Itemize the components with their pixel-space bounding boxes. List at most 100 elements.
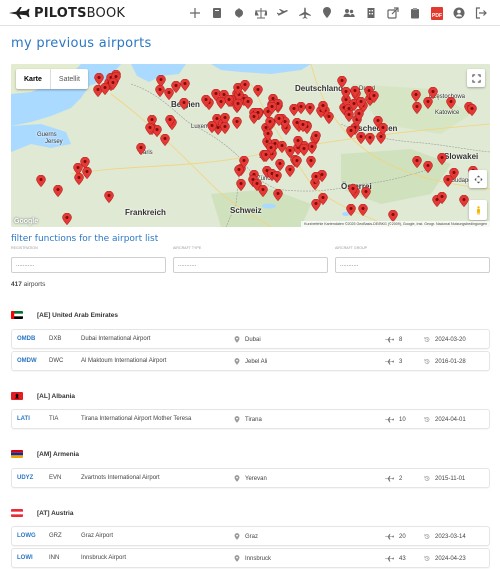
airport-marker-icon[interactable] xyxy=(179,98,189,110)
airport-row[interactable]: OMDB DXB Dubai International Airport Dub… xyxy=(11,329,490,349)
airport-marker-icon[interactable] xyxy=(341,87,351,99)
airport-marker-icon[interactable] xyxy=(53,185,63,197)
airport-marker-icon[interactable] xyxy=(299,144,309,156)
airport-marker-icon[interactable] xyxy=(249,112,259,124)
airport-marker-icon[interactable] xyxy=(354,109,364,121)
airport-marker-icon[interactable] xyxy=(165,115,175,127)
airport-marker-icon[interactable] xyxy=(346,126,356,138)
airport-marker-icon[interactable] xyxy=(305,103,315,115)
airport-row[interactable]: LOWG GRZ Graz Airport Graz 20 2023-03-14 xyxy=(11,526,490,546)
pilotsbook-logo[interactable]: PILOTSBOOK xyxy=(8,4,125,22)
airport-icao-link[interactable]: LOWI xyxy=(17,555,33,561)
aircraft-type-input[interactable] xyxy=(173,257,328,273)
airport-marker-icon[interactable] xyxy=(449,168,459,180)
airport-city: Tirana xyxy=(245,416,262,423)
fullscreen-button[interactable] xyxy=(467,69,485,87)
airport-marker-icon[interactable] xyxy=(104,191,114,203)
airport-marker-icon[interactable] xyxy=(145,123,155,135)
airport-marker-icon[interactable] xyxy=(361,187,371,199)
pegman-button[interactable] xyxy=(469,200,487,220)
airport-marker-icon[interactable] xyxy=(233,99,243,111)
registration-input[interactable] xyxy=(11,257,166,273)
airport-marker-icon[interactable] xyxy=(311,172,321,184)
airport-marker-icon[interactable] xyxy=(428,87,438,99)
building-icon[interactable] xyxy=(360,5,382,21)
airport-marker-icon[interactable] xyxy=(412,102,422,114)
aircraft-registry-icon[interactable] xyxy=(228,5,250,21)
airport-marker-icon[interactable] xyxy=(467,104,477,116)
airport-marker-icon[interactable] xyxy=(207,121,217,133)
airport-marker-icon[interactable] xyxy=(369,91,379,103)
airport-marker-icon[interactable] xyxy=(180,79,190,91)
airport-marker-icon[interactable] xyxy=(253,85,263,97)
airport-marker-icon[interactable] xyxy=(136,143,146,155)
airport-marker-icon[interactable] xyxy=(306,156,316,168)
map-type-satellit[interactable]: Satellit xyxy=(49,69,88,89)
airport-marker-icon[interactable] xyxy=(160,134,170,146)
user-icon[interactable] xyxy=(448,5,470,21)
airport-marker-icon[interactable] xyxy=(216,97,226,109)
airport-marker-icon[interactable] xyxy=(437,192,447,204)
airport-marker-icon[interactable] xyxy=(232,117,242,129)
airport-icao-link[interactable]: LOWG xyxy=(17,533,36,539)
airport-marker-icon[interactable] xyxy=(365,133,375,145)
airport-marker-icon[interactable] xyxy=(289,104,299,116)
balance-scale-icon[interactable] xyxy=(250,5,272,21)
fullscreen-icon xyxy=(471,73,481,83)
airport-marker-icon[interactable] xyxy=(358,204,368,216)
airport-marker-icon[interactable] xyxy=(318,193,328,205)
map-type-karte[interactable]: Karte xyxy=(16,69,50,89)
airport-marker-icon[interactable] xyxy=(318,101,328,113)
airport-marker-icon[interactable] xyxy=(108,78,118,90)
airport-marker-icon[interactable] xyxy=(346,204,356,216)
airport-marker-icon[interactable] xyxy=(378,123,388,135)
airport-marker-icon[interactable] xyxy=(348,184,358,196)
map-pin-icon[interactable] xyxy=(316,5,338,21)
airport-marker-icon[interactable] xyxy=(240,80,250,92)
users-icon[interactable] xyxy=(338,5,360,21)
airport-icao-link[interactable]: UDYZ xyxy=(17,475,33,481)
aircraft-group-input[interactable] xyxy=(335,257,490,273)
airport-marker-icon[interactable] xyxy=(263,129,273,141)
airport-marker-icon[interactable] xyxy=(171,81,181,93)
airport-marker-icon[interactable] xyxy=(36,175,46,187)
airport-marker-icon[interactable] xyxy=(273,189,283,201)
airport-marker-icon[interactable] xyxy=(261,150,271,162)
plus-icon[interactable] xyxy=(184,5,206,21)
airport-marker-icon[interactable] xyxy=(274,114,284,126)
airport-row[interactable]: OMDW DWC Al Maktoum International Airpor… xyxy=(11,351,490,371)
share-icon[interactable] xyxy=(382,5,404,21)
airport-row[interactable]: LATI TIA Tirana International Airport Mo… xyxy=(11,409,490,429)
airport-marker-icon[interactable] xyxy=(272,171,282,183)
airport-marker-icon[interactable] xyxy=(412,156,422,168)
map-camera-control[interactable] xyxy=(469,170,487,188)
clipboard-icon[interactable] xyxy=(404,5,426,21)
airport-marker-icon[interactable] xyxy=(411,90,421,102)
airport-icao-link[interactable]: OMDB xyxy=(17,336,35,342)
airport-marker-icon[interactable] xyxy=(82,167,92,179)
departure-plane-icon[interactable] xyxy=(272,5,294,21)
airport-marker-icon[interactable] xyxy=(423,161,433,173)
airport-marker-icon[interactable] xyxy=(236,179,246,191)
logout-icon[interactable] xyxy=(470,5,492,21)
airport-marker-icon[interactable] xyxy=(459,195,469,207)
airport-marker-icon[interactable] xyxy=(258,185,268,197)
airport-marker-icon[interactable] xyxy=(298,120,308,132)
airport-icao-link[interactable]: LATI xyxy=(17,416,30,422)
airport-marker-icon[interactable] xyxy=(311,131,321,143)
airport-marker-icon[interactable] xyxy=(220,122,230,134)
airport-icao-link[interactable]: OMDW xyxy=(17,358,37,364)
airport-row[interactable]: UDYZ EVN Zvartnots International Airport… xyxy=(11,468,490,488)
airport-marker-icon[interactable] xyxy=(437,153,447,165)
airports-map[interactable]: Karte Satellit Belgien Deutschland Tsche… xyxy=(11,64,490,227)
airport-marker-icon[interactable] xyxy=(239,156,249,168)
airport-marker-icon[interactable] xyxy=(446,97,456,109)
airport-marker-icon[interactable] xyxy=(285,165,295,177)
logbook-icon[interactable] xyxy=(206,5,228,21)
airport-marker-icon[interactable] xyxy=(201,95,211,107)
plane-icon[interactable] xyxy=(294,5,316,21)
airport-marker-icon[interactable] xyxy=(356,97,366,109)
airport-row[interactable]: LOWI INN Innsbruck Airport Innsbruck 43 … xyxy=(11,548,490,568)
airport-marker-icon[interactable] xyxy=(62,213,72,225)
airport-marker-icon[interactable] xyxy=(267,102,277,114)
